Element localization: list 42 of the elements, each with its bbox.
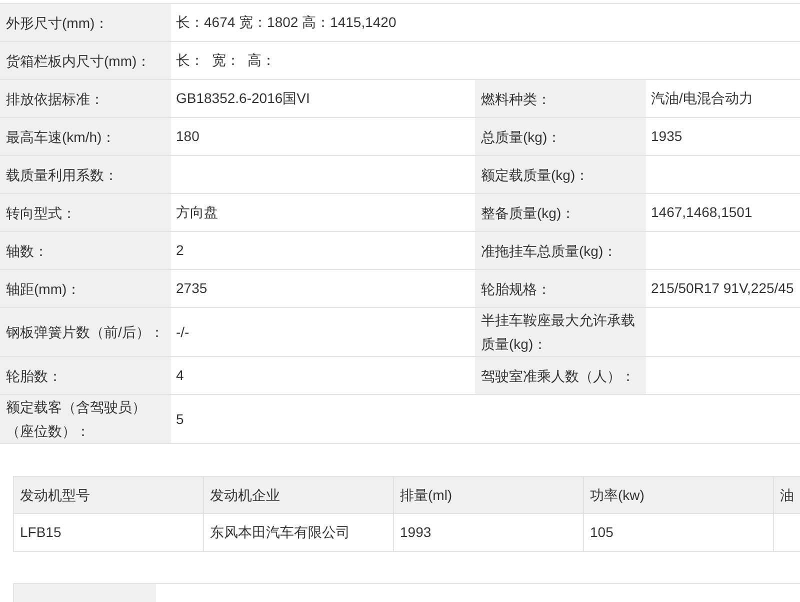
value-text: 1467,1468,1501 (651, 203, 752, 222)
table-cell-text: LFB15 (20, 523, 62, 542)
value-text: 长：4674 宽：1802 高：1415,1420 (176, 13, 396, 32)
table-cell-text: 1993 (400, 523, 432, 542)
label-text: 总质量(kg)： (481, 128, 562, 147)
label-text: 额定载客（含驾驶员）（座位数）： (6, 398, 147, 441)
label-text: 整备质量(kg)： (481, 204, 576, 223)
table-cell-text: 105 (590, 523, 614, 542)
value-text: 方向盘 (176, 203, 218, 222)
column-header: 发动机企业 (204, 477, 394, 514)
column-header: 油 (774, 477, 800, 514)
label-text: 外形尺寸(mm)： (6, 14, 109, 33)
label-text: 货箱栏板内尺寸(mm)： (6, 52, 151, 71)
label-text: 载质量利用系数： (6, 166, 118, 184)
label-text: 驾驶室准乘人数（人）： (481, 366, 635, 386)
label-text: 钢板弹簧片数（前/后）： (6, 323, 164, 342)
label-text: 额定载质量(kg)： (481, 166, 590, 185)
value-text: 4 (176, 366, 184, 385)
table-cell-text: 东风本田汽车有限公司 (210, 523, 350, 542)
value-text: 2735 (176, 279, 208, 298)
value-text: 215/50R17 91V,225/45 (651, 279, 794, 298)
value-text: 2 (176, 241, 184, 260)
label-text: 燃料种类： (481, 90, 551, 108)
column-header: 功率(kw) (584, 477, 774, 514)
label-text: 轴数： (6, 242, 48, 260)
value-text: 180 (176, 127, 200, 146)
label-text: 轮胎数： (6, 366, 62, 386)
label-text: 排放依据标准： (6, 90, 104, 108)
value-text: 1935 (651, 127, 682, 146)
label-text: 半挂车鞍座最大允许承载质量(kg)： (481, 311, 636, 354)
column-header: 发动机型号 (14, 477, 204, 514)
label-text: 准拖挂车总质量(kg)： (481, 242, 618, 261)
value-text: 长： 宽： 高： (176, 51, 276, 70)
label-text: 转向型式： (6, 204, 76, 222)
label-text: 轮胎规格： (481, 280, 551, 298)
label-text: 轴距(mm)： (6, 280, 81, 299)
value-text: -/- (176, 322, 190, 342)
value-text: 5 (176, 410, 184, 428)
label-text: 最高车速(km/h)： (6, 128, 116, 147)
value-text: GB18352.6-2016国VI (176, 89, 310, 108)
column-header: 排量(ml) (394, 477, 584, 514)
value-text: 汽油/电混合动力 (651, 89, 753, 108)
